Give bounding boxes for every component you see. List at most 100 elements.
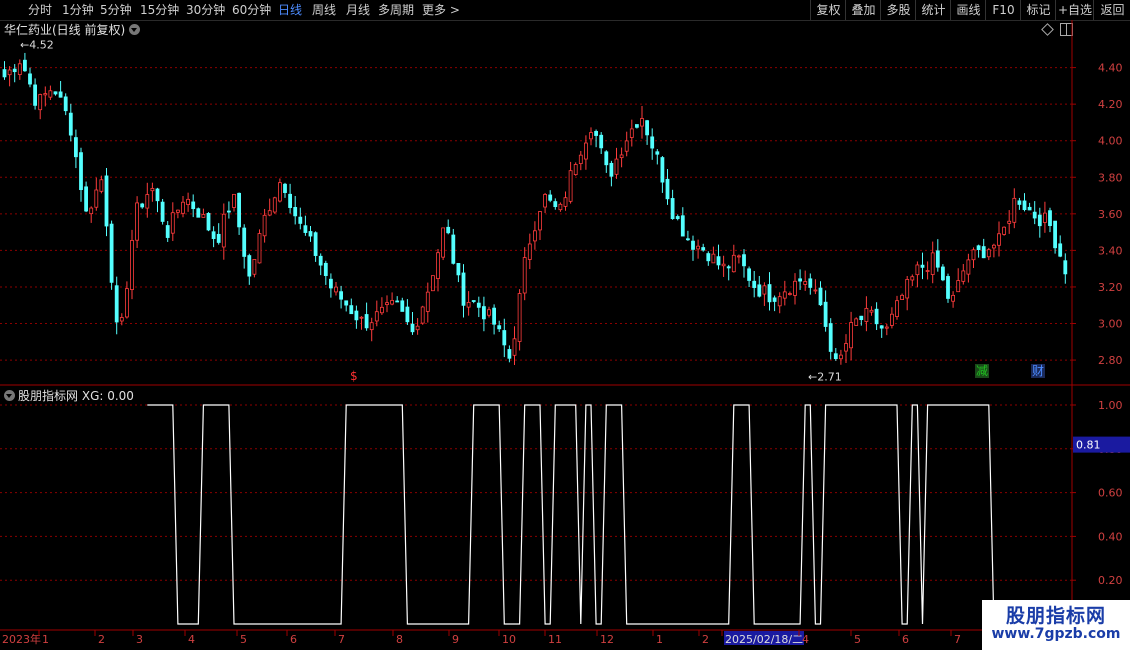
candle-body: [767, 284, 772, 303]
candle-body: [594, 130, 598, 136]
candle-body: [277, 182, 282, 202]
candle-body: [762, 285, 767, 295]
candle-body: [323, 262, 328, 276]
candle-body: [109, 223, 114, 283]
time-label: 2023年: [2, 632, 41, 646]
candle-body: [900, 294, 904, 300]
candle-body: [395, 300, 400, 303]
candle-body: [971, 249, 976, 261]
candle-body: [1037, 214, 1042, 227]
candle-body: [563, 197, 568, 207]
candle-body: [548, 194, 553, 201]
candle-body: [226, 210, 231, 213]
indicator-tick-label: 0.40: [1098, 530, 1123, 543]
candle-body: [130, 240, 134, 291]
candle-body: [731, 254, 736, 273]
candle-body: [99, 179, 104, 192]
candle-body: [84, 186, 88, 212]
indicator-tick-label: 0.60: [1098, 487, 1123, 500]
candle-body: [201, 214, 206, 218]
candle-body: [461, 272, 466, 306]
candle-body: [104, 175, 109, 227]
candle-body: [160, 201, 165, 222]
candle-body: [599, 134, 604, 149]
candle-body: [262, 214, 267, 237]
candle-body: [68, 112, 73, 136]
candle-body: [925, 270, 930, 272]
price-tick-label: 3.20: [1098, 281, 1123, 294]
candle-body: [798, 278, 802, 282]
candle-body: [777, 296, 782, 307]
price-tick-label: 4.40: [1098, 62, 1123, 75]
time-label: 4: [802, 633, 809, 646]
candle-body: [905, 279, 910, 299]
candle-body: [155, 188, 160, 202]
candle-body: [58, 91, 63, 98]
candle-body: [589, 132, 593, 140]
candle-body: [374, 311, 379, 322]
time-label: 5: [854, 633, 861, 646]
candle-body: [665, 178, 670, 200]
candle-body: [175, 209, 180, 213]
candle-body: [706, 253, 711, 262]
price-tick-label: 3.40: [1098, 244, 1123, 257]
candle-body: [150, 188, 155, 192]
candle-body: [466, 301, 471, 308]
candle-body: [869, 309, 874, 313]
candle-body: [823, 301, 828, 327]
candle-body: [119, 317, 124, 322]
kline-chart[interactable]: 4.40 4.20 4.00 3.80 3.60 3.40 3.20 3.00 2.80 ←4.5…: [0, 0, 1130, 650]
candle-body: [12, 68, 17, 73]
candle-body: [711, 253, 716, 264]
indicator-tick-label: 1.00: [1098, 399, 1123, 412]
candle-body: [476, 302, 481, 308]
event-marker: 减: [976, 364, 988, 378]
candle-body: [920, 264, 925, 268]
time-label: 9: [452, 633, 459, 646]
candle-body: [670, 198, 675, 220]
candle-body: [364, 314, 369, 329]
candle-body: [910, 276, 915, 281]
candle-body: [17, 63, 22, 75]
candle-body: [997, 233, 1001, 246]
candle-body: [1012, 197, 1017, 223]
candle-body: [680, 215, 685, 237]
candle-body: [691, 240, 695, 250]
candle-body: [788, 293, 792, 295]
indicator-tick-label: 0.20: [1098, 574, 1123, 587]
candle-body: [915, 264, 920, 276]
high-price-label: ←4.52: [20, 39, 54, 52]
candle-body: [828, 323, 833, 352]
candle-body: [859, 315, 864, 321]
candle-body: [114, 285, 119, 323]
candle-body: [48, 90, 53, 98]
event-marker: $: [350, 369, 358, 383]
time-label: 7: [954, 633, 961, 646]
candle-body: [206, 212, 211, 231]
candle-body: [839, 354, 843, 360]
candle-body: [833, 353, 838, 360]
price-tick-label: 4.20: [1098, 98, 1123, 111]
candle-body: [533, 230, 537, 242]
candle-body: [339, 291, 344, 300]
candles: [2, 52, 1068, 366]
candle-body: [946, 276, 950, 299]
candle-body: [1022, 200, 1027, 211]
candle-body: [538, 211, 542, 231]
time-label: 11: [548, 633, 562, 646]
candle-body: [640, 118, 644, 127]
watermark-title: 股朋指标网: [1005, 605, 1106, 627]
candle-body: [966, 259, 971, 275]
candle-body: [451, 234, 456, 264]
price-tick-label: 2.80: [1098, 354, 1123, 367]
candle-body: [1058, 243, 1063, 257]
candle-body: [481, 306, 486, 320]
candle-body: [864, 307, 869, 322]
candle-body: [237, 192, 242, 228]
candle-body: [737, 255, 741, 258]
candle-body: [956, 280, 961, 293]
candle-body: [1027, 206, 1032, 211]
candle-body: [492, 307, 497, 325]
candle-body: [757, 284, 762, 297]
candle-body: [849, 322, 853, 349]
